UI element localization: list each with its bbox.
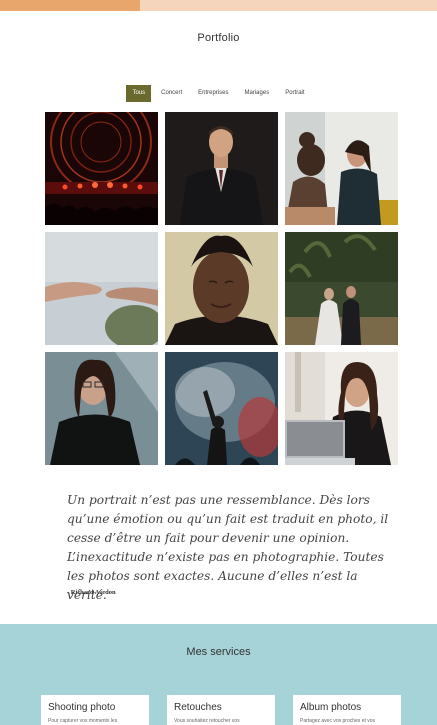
- service-card-shooting[interactable]: Shooting photo Pour capturer vos moments…: [41, 695, 149, 725]
- services-section: Mes services Shooting photo Pour capture…: [0, 624, 437, 725]
- service-card-text: Pour capturer vos moments les: [48, 718, 118, 724]
- quote-line: cesse d’être un fait pour devenir une op…: [67, 531, 350, 545]
- quote-author: - Richard Avedon: [67, 589, 116, 596]
- quote-line: L’inexactitude n’existe pas en photograp…: [67, 550, 384, 564]
- accent-bar-primary: [0, 0, 140, 11]
- service-card-retouches[interactable]: Retouches Vous souhaitez retoucher vos: [167, 695, 275, 725]
- gallery-photo-man-suit[interactable]: [165, 112, 278, 225]
- gallery-photo-hands[interactable]: [45, 232, 158, 345]
- top-accent-bar: [0, 0, 437, 11]
- photography-quote: Un portrait n’est pas une ressemblance. …: [67, 491, 397, 605]
- filter-portrait[interactable]: Portrait: [279, 85, 310, 102]
- page-title: Portfolio: [197, 32, 240, 44]
- service-card-album[interactable]: Album photos Partagez avec vos proches e…: [293, 695, 401, 725]
- filter-entreprises[interactable]: Entreprises: [192, 85, 234, 102]
- portfolio-gallery: [45, 112, 398, 465]
- portfolio-filter-bar: Tous Concert Entreprises Mariages Portra…: [0, 85, 437, 102]
- quote-line: Un portrait n’est pas une ressemblance. …: [67, 493, 370, 507]
- quote-line: les photos sont exactes. Aucune d’elles …: [67, 569, 358, 602]
- filter-tous[interactable]: Tous: [126, 85, 152, 102]
- quote-line: qu’une émotion ou qu’un fait est traduit…: [67, 512, 389, 526]
- service-card-title: Retouches: [174, 702, 222, 713]
- filter-concert[interactable]: Concert: [155, 85, 188, 102]
- service-card-title: Album photos: [300, 702, 362, 713]
- accent-bar-secondary: [140, 0, 437, 11]
- service-card-text: Vous souhaitez retoucher vos: [174, 718, 240, 724]
- gallery-photo-woman-laptop[interactable]: [285, 352, 398, 465]
- services-title: Mes services: [186, 646, 251, 658]
- gallery-photo-wedding[interactable]: [285, 232, 398, 345]
- gallery-photo-man-portrait[interactable]: [165, 232, 278, 345]
- filter-mariages[interactable]: Mariages: [239, 85, 276, 102]
- gallery-photo-woman-glasses[interactable]: [45, 352, 158, 465]
- gallery-photo-business-meeting[interactable]: [285, 112, 398, 225]
- gallery-photo-concert[interactable]: [45, 112, 158, 225]
- gallery-photo-concert-crowd[interactable]: [165, 352, 278, 465]
- service-card-title: Shooting photo: [48, 702, 116, 713]
- service-card-text: Partagez avec vos proches et vos: [300, 718, 376, 724]
